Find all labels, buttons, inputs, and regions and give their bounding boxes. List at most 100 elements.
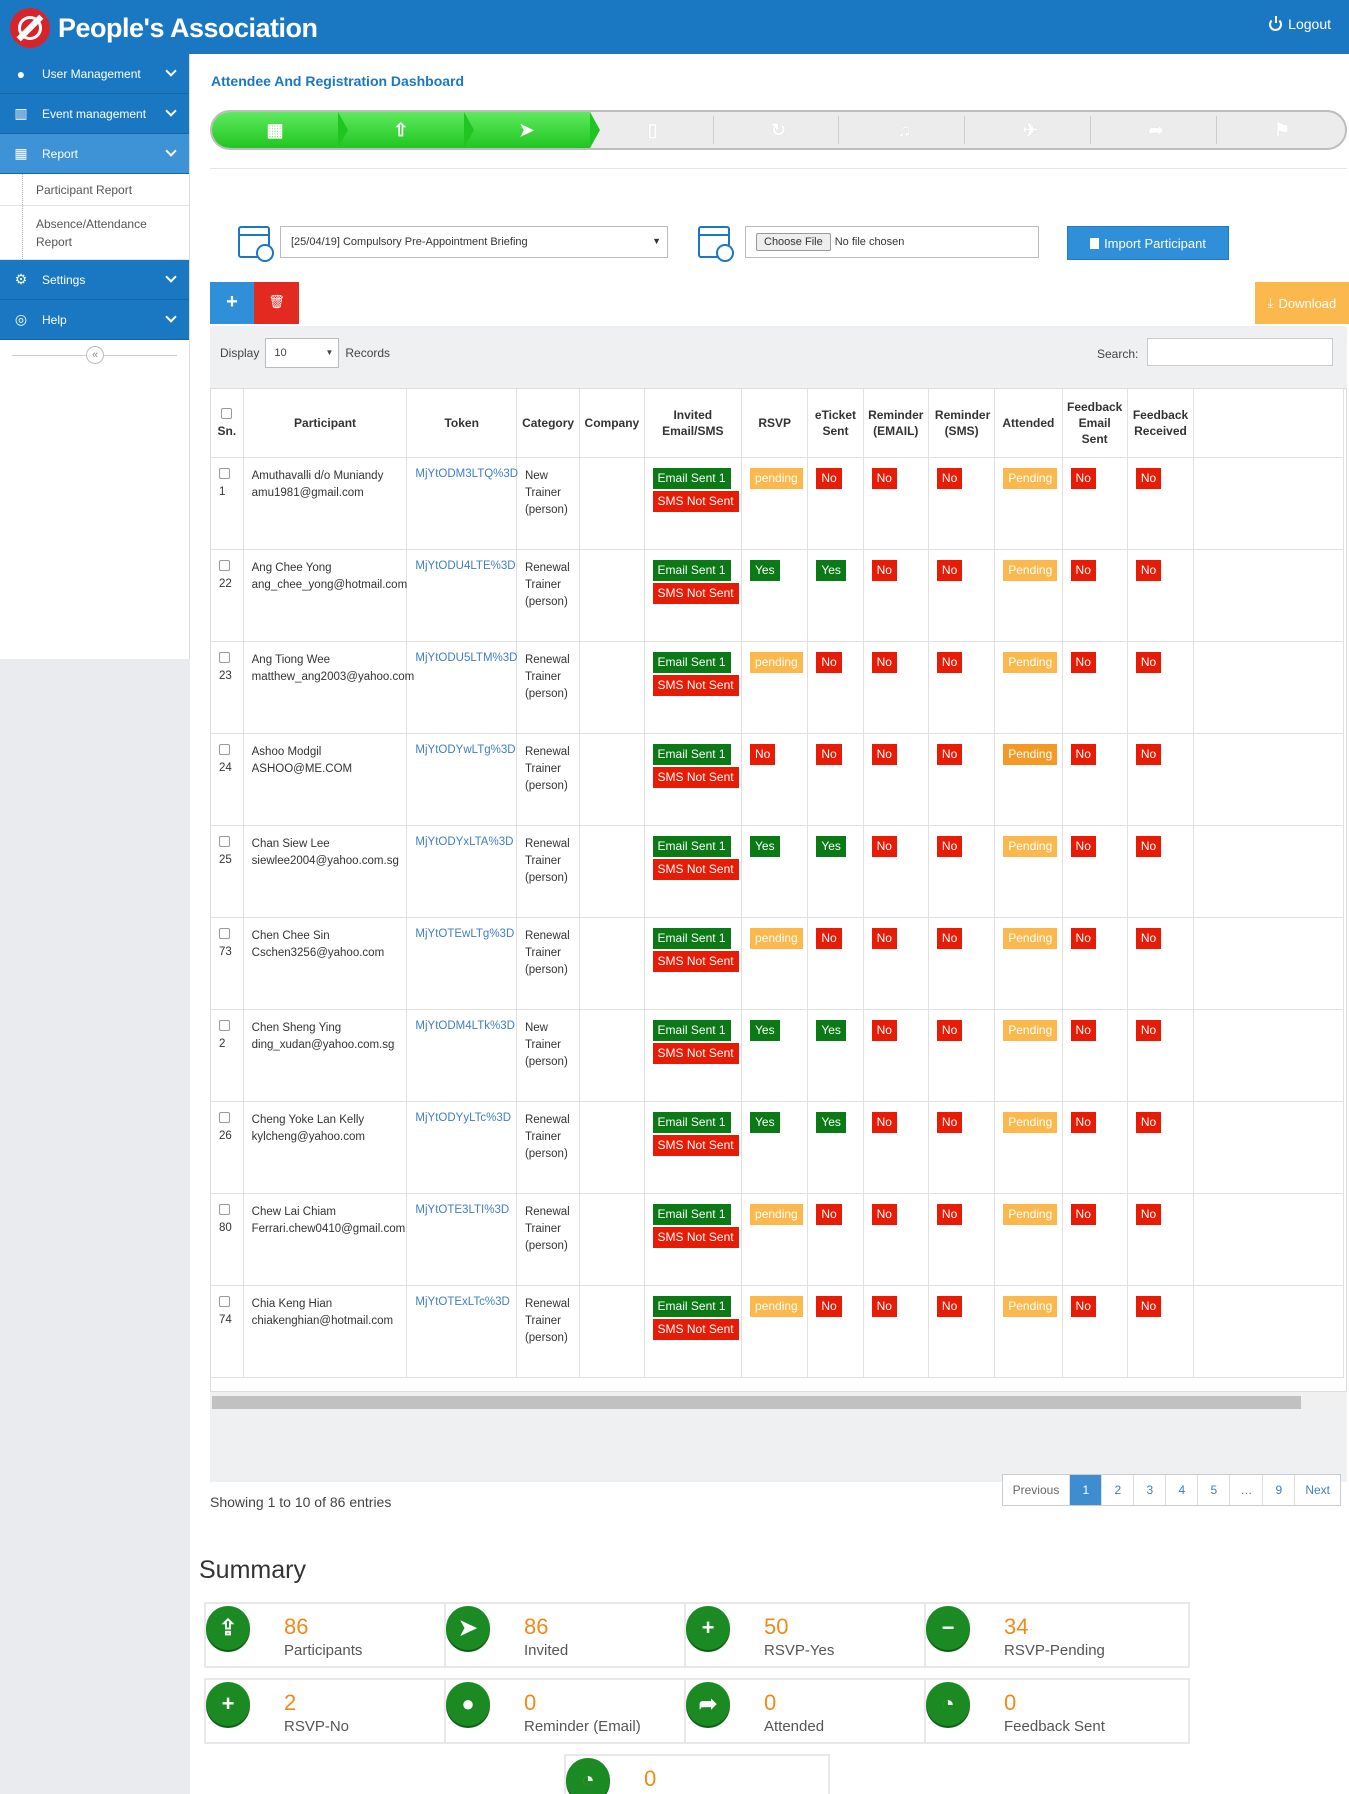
cell-token: MjYtODM4LTk%3D <box>406 1009 517 1102</box>
sidebar-subitem-attendance-report[interactable]: Absence/Attendance Report <box>0 206 189 260</box>
horizontal-scrollbar[interactable] <box>210 1394 1347 1411</box>
sidebar-item-report[interactable]: ▦ Report <box>0 134 189 174</box>
table-row[interactable]: 22 Ang Chee Yong ang_chee_yong@hotmail.com… <box>211 549 1344 642</box>
download-button[interactable]: ⤓ Download <box>1255 282 1349 324</box>
select-all-checkbox[interactable] <box>221 407 233 419</box>
page-1-button[interactable]: 1 <box>1070 1475 1103 1505</box>
wizard-step-refresh[interactable]: ↻ <box>716 112 842 148</box>
wizard-step-mobile[interactable]: ▯ <box>590 112 716 148</box>
table-row[interactable]: 23 Ang Tiong Wee matthew_ang2003@yahoo.com… <box>211 641 1344 734</box>
wizard-step-share[interactable]: ➦ <box>1093 112 1219 148</box>
logout-button[interactable]: Logout <box>1269 15 1331 32</box>
table-row[interactable]: 74 Chia Keng Hian chiakenghian@hotmail.com… <box>211 1285 1344 1378</box>
wizard-step-flag[interactable]: ⚑ <box>1219 112 1345 148</box>
token-link[interactable]: MjYtOTEwLTg%3D <box>415 928 514 940</box>
col-reminder-email[interactable]: Reminder (EMAIL) <box>863 389 929 458</box>
previous-page-button[interactable]: Previous <box>1003 1475 1071 1505</box>
wizard-step-calendar[interactable]: ▦ <box>212 112 348 148</box>
row-checkbox[interactable] <box>219 835 230 847</box>
cell-category: New Trainer (person) <box>516 457 581 550</box>
col-label: Sn. <box>217 423 237 438</box>
page-length-select[interactable]: 10 <box>265 338 340 368</box>
token-link[interactable]: MjYtODYwLTg%3D <box>415 744 515 756</box>
row-checkbox[interactable] <box>219 927 230 939</box>
search-input[interactable] <box>1147 338 1333 366</box>
table-row[interactable]: 73 Chen Chee Sin Cschen3256@yahoo.com MjYtO… <box>211 917 1344 1010</box>
email-status-badge: Email Sent 1 <box>652 927 731 949</box>
sidebar-item-help[interactable]: ◎ Help <box>0 300 189 340</box>
token-link[interactable]: MjYtODM4LTk%3D <box>415 1020 514 1032</box>
row-checkbox[interactable] <box>219 743 230 755</box>
col-feedback-received[interactable]: Feedback Received <box>1127 389 1195 458</box>
add-button[interactable]: + <box>210 282 254 324</box>
row-sn: 74 <box>219 1313 232 1326</box>
wizard-step-send[interactable]: ➤ <box>463 112 600 148</box>
row-checkbox[interactable] <box>219 651 230 663</box>
col-reminder-sms[interactable]: Reminder (SMS) <box>928 389 996 458</box>
sidebar-subitem-participant-report[interactable]: Participant Report <box>0 174 189 206</box>
wizard-step-paper-plane[interactable]: ✈ <box>967 112 1093 148</box>
import-participant-button[interactable]: Import Participant <box>1067 226 1229 260</box>
row-checkbox[interactable] <box>219 1019 230 1031</box>
token-link[interactable]: MjYtODU5LTM%3D <box>415 652 517 664</box>
choose-file-button[interactable]: Choose File <box>756 233 831 251</box>
cell-rsvp: Yes <box>741 549 809 642</box>
sidebar-item-settings[interactable]: ⚙ Settings <box>0 260 189 300</box>
row-checkbox[interactable] <box>219 559 230 571</box>
table-row[interactable]: 1 Amuthavalli d/o Muniandy amu1981@gmail.c… <box>211 457 1344 550</box>
cell-company <box>579 1101 645 1194</box>
row-checkbox[interactable] <box>219 467 230 479</box>
page-3-button[interactable]: 3 <box>1134 1475 1167 1505</box>
row-checkbox[interactable] <box>219 1295 230 1307</box>
user-icon: ● <box>446 1682 490 1726</box>
page-5-button[interactable]: 5 <box>1198 1475 1231 1505</box>
rsvp-badge: Yes <box>750 835 780 857</box>
col-company[interactable]: Company <box>579 389 645 458</box>
col-invited[interactable]: Invited Email/SMS <box>644 389 743 458</box>
row-checkbox[interactable] <box>219 1111 230 1123</box>
cell-participant: Chew Lai Chiam Ferrari.chew0410@gmail.com <box>243 1193 408 1286</box>
display-label: Display <box>220 346 260 360</box>
token-link[interactable]: MjYtOTE3LTI%3D <box>415 1204 509 1216</box>
token-link[interactable]: MjYtODU4LTE%3D <box>415 560 515 572</box>
participant-email: ASHOO@ME.COM <box>251 762 353 775</box>
cell-feedback-sent: No <box>1062 1285 1128 1378</box>
col-category[interactable]: Category <box>516 389 581 458</box>
table-row[interactable]: 80 Chew Lai Chiam Ferrari.chew0410@gmail.c… <box>211 1193 1344 1286</box>
table-row[interactable]: 25 Chan Siew Lee siewlee2004@yahoo.com.sg M… <box>211 825 1344 918</box>
cell-invited: Email Sent 1 SMS Not Sent <box>644 1193 743 1286</box>
table-row[interactable]: 26 Cheng Yoke Lan Kelly kylcheng@yahoo.com… <box>211 1101 1344 1194</box>
token-link[interactable]: MjYtODYxLTA%3D <box>415 836 513 848</box>
page-2-button[interactable]: 2 <box>1102 1475 1135 1505</box>
next-page-button[interactable]: Next <box>1295 1475 1340 1505</box>
page-4-button[interactable]: 4 <box>1166 1475 1199 1505</box>
scrollbar-thumb[interactable] <box>212 1396 1301 1409</box>
file-input[interactable]: Choose File No file chosen <box>745 226 1039 258</box>
token-link[interactable]: MjYtODYyLTc%3D <box>415 1112 511 1124</box>
delete-button[interactable]: 🗑 <box>254 282 299 324</box>
token-link[interactable]: MjYtOTExLTc%3D <box>415 1296 509 1308</box>
col-eticket[interactable]: eTicket Sent <box>807 389 864 458</box>
sidebar-item-event-management[interactable]: ▥ Event management <box>0 94 189 134</box>
event-select[interactable]: [25/04/19] Compulsory Pre-Appointment Br… <box>280 226 668 258</box>
col-rsvp[interactable]: RSVP <box>741 389 809 458</box>
eticket-badge: No <box>816 927 842 949</box>
cell-feedback-received: No <box>1127 1009 1195 1102</box>
sidebar-item-user-management[interactable]: ● User Management <box>0 54 189 94</box>
col-feedback-email[interactable]: Feedback Email Sent <box>1062 389 1128 458</box>
brand[interactable]: People's Association <box>10 8 318 48</box>
table-row[interactable]: 24 Ashoo Modgil ASHOO@ME.COM MjYtODYwLTg%3D… <box>211 733 1344 826</box>
page-9-button[interactable]: 9 <box>1263 1475 1296 1505</box>
wizard-step-upload[interactable]: ⇧ <box>337 112 474 148</box>
col-token[interactable]: Token <box>406 389 517 458</box>
col-participant[interactable]: Participant <box>243 389 408 458</box>
wizard-step-bell[interactable]: ♫ <box>841 112 967 148</box>
token-link[interactable]: MjYtODM3LTQ%3D <box>415 468 518 480</box>
row-checkbox[interactable] <box>219 1203 230 1215</box>
col-attended[interactable]: Attended <box>994 389 1063 458</box>
sidebar-item-label: Report <box>42 146 79 161</box>
col-sn[interactable]: Sn. <box>211 389 244 458</box>
sms-status-badge: SMS Not Sent <box>652 1134 739 1156</box>
collapse-icon[interactable]: « <box>86 346 104 364</box>
table-row[interactable]: 2 Chen Sheng Ying ding_xudan@yahoo.com.sg M… <box>211 1009 1344 1102</box>
